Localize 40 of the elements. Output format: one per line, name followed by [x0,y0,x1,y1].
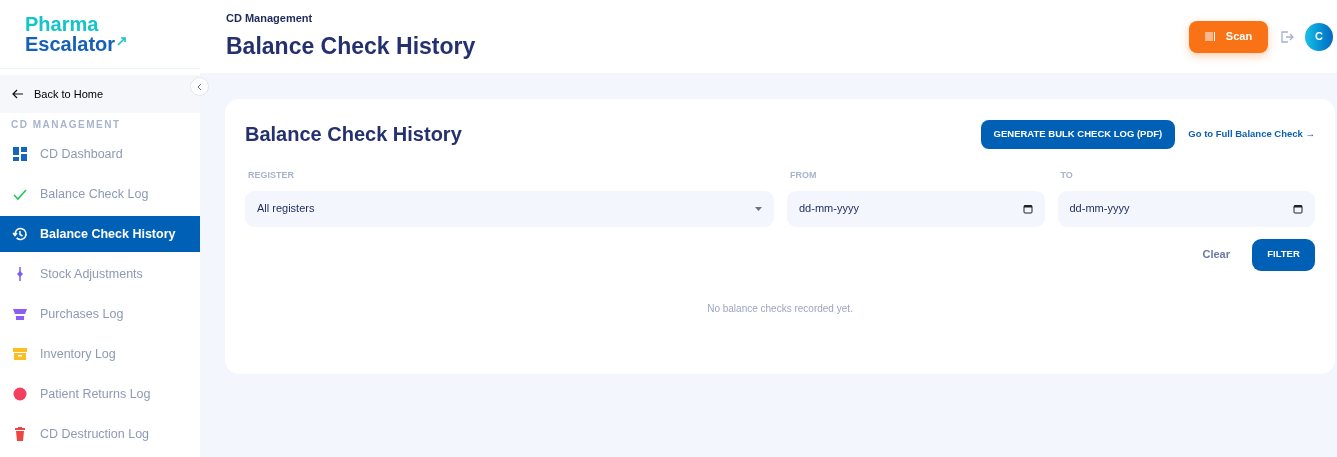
calendar-icon [1022,203,1033,214]
nav-item[interactable]: Stock Adjustments [0,256,200,292]
scan-button[interactable]: Scan [1189,20,1268,53]
logout-icon[interactable] [1280,29,1294,44]
nav-item[interactable]: Patient Returns Log [0,376,200,412]
calendar-icon [1293,203,1303,214]
date-field[interactable]: dd-mm-yyyy [787,190,1045,227]
breadcrumb: CD Management [226,11,314,26]
nav-item[interactable]: Balance Check History [0,216,200,252]
nav-item[interactable]: Inventory Log [0,336,200,372]
logo-arrow-icon [117,36,128,46]
nav-item[interactable]: CD Dashboard [0,136,200,172]
history-icon [12,226,28,242]
back-link[interactable]: Back to Home [0,75,200,113]
logo-text: Escalator [25,34,116,54]
dashboard-icon [12,146,28,162]
nav-item[interactable]: Purchases Log [0,296,200,332]
filter-label: TO [1059,169,1074,182]
arrow-left-icon [12,88,24,100]
filter-label: FROM [789,169,818,182]
register-select[interactable]: All registers [245,190,774,227]
generate-pdf-button[interactable]: GENERATE BULK CHECK LOG (PDF) [980,119,1176,149]
logo-text: Pharma [25,14,100,34]
filter-label: REGISTER [247,169,295,182]
trash-icon [12,426,28,442]
chevron-left-icon [195,82,204,91]
card-title: Balance Check History [245,122,463,147]
clear-button[interactable]: Clear [1202,246,1230,263]
full-balance-check-link[interactable]: Go to Full Balance Check → [1188,126,1315,142]
dropdown-caret-icon [755,206,762,211]
section-title: CD MANAGEMENT [10,118,122,132]
archive-icon [12,346,28,362]
avatar[interactable]: C [1305,22,1333,51]
page-title: Balance Check History [226,31,477,61]
empty-message: No balance checks recorded yet. [706,301,854,316]
dot-icon [12,386,28,402]
nav-item[interactable]: CD Destruction Log [0,416,200,452]
nav-item[interactable]: Balance Check Log [0,176,200,212]
date-field[interactable]: dd-mm-yyyy [1057,190,1315,227]
filter-button[interactable]: FILTER [1252,238,1315,271]
